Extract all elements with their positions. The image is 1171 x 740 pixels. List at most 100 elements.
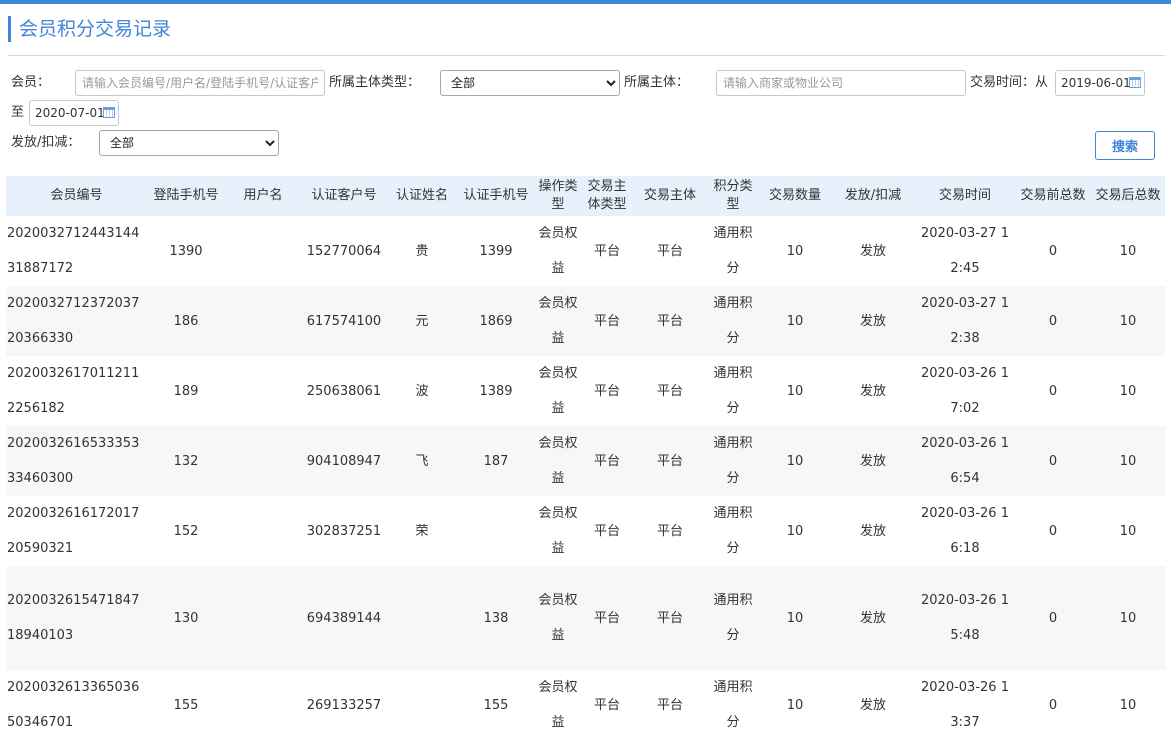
- cell-subject-type: 平台: [593, 523, 620, 539]
- cell-member-id: 202003261617201720590321: [7, 506, 140, 556]
- cell-after: 10: [1091, 426, 1165, 496]
- header-qty: 交易数量: [759, 176, 831, 216]
- issue-deduct-label: 发放/扣减：: [11, 135, 81, 150]
- cell-before: 0: [1015, 426, 1091, 496]
- table-row: 202003271237203720366330 186 617574100 元 186…: [6, 286, 1165, 356]
- time-from-value: 2019-06-01: [1061, 76, 1131, 90]
- cell-subject-type: 平台: [593, 697, 620, 713]
- calendar-icon[interactable]: [1129, 77, 1141, 88]
- cell-points-type: 通用积分: [713, 680, 753, 730]
- cell-after: 10: [1119, 523, 1137, 539]
- cell-login-phone: 152: [173, 523, 199, 539]
- cell-op-type: 会员权益: [538, 680, 578, 730]
- cell-qty: 10: [759, 286, 831, 356]
- cell-qty: 10: [786, 383, 804, 399]
- cell-cust-no: 694389144: [301, 566, 387, 670]
- subject-type-select[interactable]: 全部: [440, 70, 620, 96]
- cell-login-phone: 1390: [169, 243, 203, 259]
- header-subject: 交易主体: [633, 176, 707, 216]
- cell-before: 0: [1015, 566, 1091, 670]
- cell-member-id: 20200326170112112256182: [7, 366, 140, 416]
- cell-time: 2020-03-26 16:54: [915, 426, 1015, 496]
- cell-subject: 平台: [633, 566, 707, 670]
- cell-qty: 10: [759, 566, 831, 670]
- cell-auth-name: [387, 670, 457, 740]
- header-login-phone: 登陆手机号: [147, 176, 225, 216]
- cell-points-type: 通用积分: [713, 506, 753, 556]
- cell-username: [225, 566, 301, 670]
- header-username: 用户名: [225, 176, 301, 216]
- cell-op-type: 会员权益: [538, 226, 578, 276]
- cell-auth-phone: 1389: [479, 383, 513, 399]
- cell-after: 10: [1119, 243, 1137, 259]
- cell-op-type: 会员权益: [535, 566, 581, 670]
- search-button[interactable]: 搜索: [1095, 131, 1155, 160]
- cell-subject: 平台: [633, 426, 707, 496]
- cell-subject-type: 平台: [581, 426, 633, 496]
- cell-action: 发放: [831, 566, 915, 670]
- cell-op-type: 会员权益: [535, 286, 581, 356]
- time-to-label: 至: [11, 105, 25, 120]
- cell-before: 0: [1048, 523, 1058, 539]
- cell-qty: 10: [759, 426, 831, 496]
- cell-action: 发放: [831, 426, 915, 496]
- cell-username: [225, 496, 301, 566]
- cell-login-phone: 130: [147, 566, 225, 670]
- cell-auth-name: 元: [387, 286, 457, 356]
- cell-subject-type: 平台: [581, 566, 633, 670]
- cell-subject-type: 平台: [593, 383, 620, 399]
- cell-before: 0: [1015, 286, 1091, 356]
- cell-auth-phone: 1399: [479, 243, 513, 259]
- cell-qty: 10: [786, 523, 804, 539]
- cell-action: 发放: [859, 383, 886, 399]
- header-before: 交易前总数: [1015, 176, 1091, 216]
- cell-auth-name: 飞: [387, 426, 457, 496]
- issue-deduct-select[interactable]: 全部: [99, 130, 279, 156]
- header-member-id: 会员编号: [6, 176, 147, 216]
- cell-action: 发放: [831, 286, 915, 356]
- cell-auth-name: 贵: [415, 243, 429, 259]
- cell-member-id: 202003261653335333460300: [6, 426, 147, 496]
- cell-member-id: 202003271244314431887172: [7, 226, 140, 276]
- cell-cust-no: 302837251: [306, 523, 382, 539]
- cell-login-phone: 155: [173, 697, 199, 713]
- cell-auth-phone: [457, 496, 535, 566]
- records-table: 会员编号 登陆手机号 用户名 认证客户号 认证姓名 认证手机号 操作类型 交易主…: [6, 176, 1165, 740]
- time-to-date-field[interactable]: 2020-07-01: [29, 100, 119, 126]
- calendar-icon[interactable]: [103, 107, 115, 118]
- cell-username: [225, 670, 301, 740]
- cell-before: 0: [1048, 383, 1058, 399]
- cell-cust-no: 904108947: [301, 426, 387, 496]
- cell-subject: 平台: [633, 286, 707, 356]
- cell-action: 发放: [859, 243, 886, 259]
- cell-member-id: 202003261336503650346701: [7, 680, 140, 730]
- title-divider: [8, 55, 1165, 56]
- subject-type-label: 所属主体类型：: [329, 75, 421, 90]
- table-row: 202003261336503650346701 155 269133257 155 会…: [6, 670, 1165, 740]
- cell-time: 2020-03-27 12:45: [921, 226, 1009, 276]
- time-from-date-field[interactable]: 2019-06-01: [1055, 70, 1145, 96]
- cell-username: [225, 286, 301, 356]
- cell-auth-phone: 155: [483, 697, 509, 713]
- header-after: 交易后总数: [1091, 176, 1165, 216]
- member-search-input[interactable]: [75, 70, 325, 96]
- cell-cust-no: 152770064: [306, 243, 382, 259]
- header-cust-no: 认证客户号: [301, 176, 387, 216]
- cell-subject-type: 平台: [581, 286, 633, 356]
- table-row: 202003271244314431887172 1390 152770064 贵 13…: [6, 216, 1165, 286]
- cell-time: 2020-03-26 15:48: [915, 566, 1015, 670]
- cell-auth-name: [387, 566, 457, 670]
- cell-points-type: 通用积分: [713, 226, 753, 276]
- cell-time: 2020-03-27 12:38: [915, 286, 1015, 356]
- cell-after: 10: [1119, 697, 1137, 713]
- cell-member-id: 202003271237203720366330: [6, 286, 147, 356]
- cell-op-type: 会员权益: [538, 506, 578, 556]
- cell-subject-type: 平台: [593, 243, 620, 259]
- cell-username: [225, 216, 301, 286]
- subject-search-input[interactable]: [716, 70, 966, 96]
- cell-op-type: 会员权益: [538, 366, 578, 416]
- cell-action: 发放: [859, 697, 886, 713]
- time-to-value: 2020-07-01: [35, 106, 105, 120]
- cell-auth-phone: 1869: [457, 286, 535, 356]
- member-label: 会员：: [11, 75, 51, 90]
